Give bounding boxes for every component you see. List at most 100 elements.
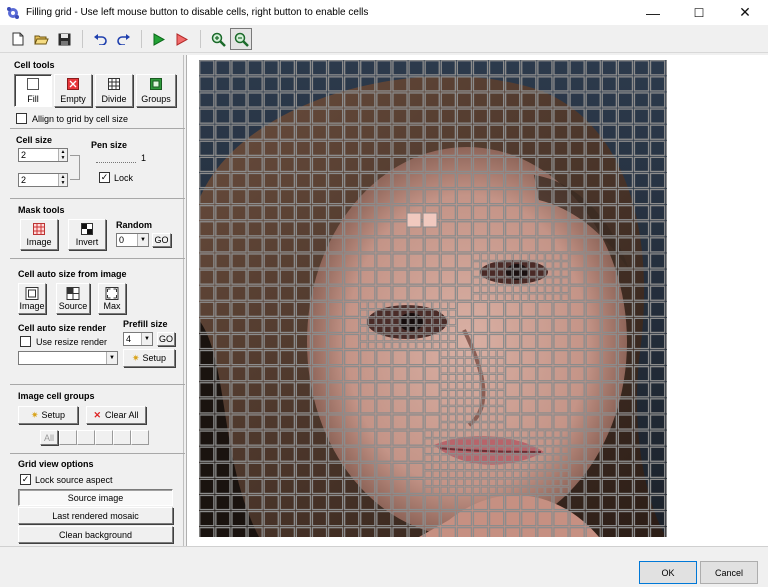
clean-background-button[interactable]: Clean background	[18, 526, 173, 543]
use-resize-checkbox[interactable]	[20, 336, 31, 347]
mask-invert-button[interactable]: Invert	[68, 219, 106, 250]
undo-icon[interactable]	[89, 28, 111, 50]
groups-title: Image cell groups	[18, 391, 95, 401]
empty-button[interactable]: Empty	[54, 74, 92, 107]
save-icon[interactable]	[53, 28, 75, 50]
mask-image-icon	[33, 223, 45, 235]
invert-icon	[81, 223, 93, 235]
zoom-in-icon[interactable]	[207, 28, 229, 50]
use-resize-label: Use resize render	[36, 337, 108, 347]
new-icon[interactable]	[7, 28, 29, 50]
close-button[interactable]: ✕	[722, 0, 768, 25]
close-red-icon: ✕	[93, 409, 102, 420]
mask-image-button[interactable]: Image	[20, 219, 58, 250]
cell-size-value-1: 2	[21, 150, 27, 160]
auto-size-title: Cell auto size from image	[18, 269, 127, 279]
last-rendered-button[interactable]: Last rendered mosaic	[18, 507, 173, 524]
auto-setup-button[interactable]: ✷ Setup	[123, 349, 175, 367]
auto-max-button[interactable]: Max	[98, 283, 126, 314]
tools-panel: Cell tools Fill Empty Divide Groups Alli…	[4, 55, 185, 546]
cell-size-input-2[interactable]: 2 ▲ ▼	[18, 173, 68, 187]
app-icon	[7, 6, 19, 19]
toolbar-separator	[141, 30, 142, 48]
divide-button[interactable]: Divide	[95, 74, 133, 107]
source-grid-icon	[66, 287, 80, 300]
redo-icon[interactable]	[112, 28, 134, 50]
run-green-icon[interactable]	[148, 28, 170, 50]
divider	[10, 198, 185, 199]
auto-source-button[interactable]: Source	[56, 283, 90, 314]
auto-image-button[interactable]: Image	[18, 283, 46, 314]
random-title: Random	[116, 220, 152, 230]
cell-grid-overlay[interactable]	[199, 60, 667, 537]
group-slot[interactable]	[113, 430, 131, 445]
align-grid-checkbox[interactable]	[16, 113, 27, 124]
star-icon: ✷	[131, 352, 140, 363]
source-image-button[interactable]: Source image	[18, 489, 173, 506]
lock-aspect-label: Lock source aspect	[35, 475, 113, 485]
group-slot[interactable]	[59, 430, 77, 445]
window-title: Filling grid - Use left mouse button to …	[26, 7, 369, 18]
group-slot[interactable]	[131, 430, 149, 445]
clear-all-label: Clear All	[105, 410, 139, 420]
lock-checkbox[interactable]: ✓	[99, 172, 110, 183]
prefill-go-button[interactable]: GO	[157, 332, 175, 346]
divider	[10, 128, 185, 129]
spin-arrows-icon[interactable]: ▲ ▼	[58, 149, 67, 161]
run-red-icon[interactable]	[171, 28, 193, 50]
spin-arrows-icon[interactable]: ▲ ▼	[58, 174, 67, 186]
prefill-title: Prefill size	[123, 319, 168, 329]
zoom-fit-icon[interactable]	[230, 28, 252, 50]
bottom-bar: OK Cancel	[0, 546, 768, 587]
fill-button[interactable]: Fill	[14, 74, 52, 107]
group-slot[interactable]	[95, 430, 113, 445]
toolbar-separator	[200, 30, 201, 48]
all-group-button[interactable]: All	[40, 430, 58, 445]
auto-setup-label: Setup	[142, 353, 167, 363]
star-icon: ✷	[30, 409, 39, 420]
prefill-select[interactable]: 4 ▼	[123, 332, 153, 346]
groups-button[interactable]: Groups	[136, 74, 176, 107]
group-slot[interactable]	[77, 430, 95, 445]
random-select[interactable]: 0 ▼	[116, 233, 149, 247]
render-select[interactable]: ▼	[18, 351, 118, 365]
maximize-button[interactable]: ☐	[676, 0, 722, 25]
divide-icon	[108, 78, 120, 90]
cell-size-title: Cell size	[16, 135, 53, 145]
empty-icon	[67, 78, 79, 90]
cancel-button[interactable]: Cancel	[700, 561, 758, 584]
frame-icon	[25, 287, 39, 300]
grid-canvas-area[interactable]	[186, 55, 768, 546]
auto-max-label: Max	[103, 301, 121, 311]
mask-tools-title: Mask tools	[18, 205, 65, 215]
mask-invert-label: Invert	[75, 237, 99, 247]
pen-size-title: Pen size	[91, 140, 128, 150]
cell-size-value-2: 2	[21, 175, 27, 185]
groups-setup-button[interactable]: ✷ Setup	[18, 406, 78, 424]
random-go-button[interactable]: GO	[152, 233, 171, 247]
align-grid-label: Allign to grid by cell size	[32, 114, 129, 124]
chevron-down-icon: ▼	[106, 352, 117, 364]
prefill-value: 4	[126, 334, 132, 344]
chevron-down-icon: ▼	[141, 333, 152, 345]
divider	[10, 384, 185, 385]
cell-tools-title: Cell tools	[14, 60, 55, 70]
lock-label: Lock	[114, 173, 134, 183]
lock-aspect-checkbox[interactable]: ✓	[20, 474, 31, 485]
empty-label: Empty	[60, 94, 86, 104]
auto-image-label: Image	[19, 301, 45, 311]
cell-size-input-1[interactable]: 2 ▲ ▼	[18, 148, 68, 162]
grid-view-title: Grid view options	[18, 459, 94, 469]
ok-button[interactable]: OK	[639, 561, 697, 584]
clear-all-button[interactable]: ✕ Clear All	[86, 406, 146, 424]
random-value: 0	[119, 235, 125, 245]
fill-icon	[27, 78, 39, 90]
groups-icon	[150, 78, 162, 90]
title-bar: Filling grid - Use left mouse button to …	[0, 0, 768, 25]
minimize-button[interactable]: —	[630, 0, 676, 25]
source-image[interactable]	[199, 60, 667, 537]
pen-size-slider[interactable]	[96, 153, 136, 163]
divider	[10, 453, 185, 454]
open-folder-icon[interactable]	[30, 28, 52, 50]
groups-setup-label: Setup	[41, 410, 66, 420]
